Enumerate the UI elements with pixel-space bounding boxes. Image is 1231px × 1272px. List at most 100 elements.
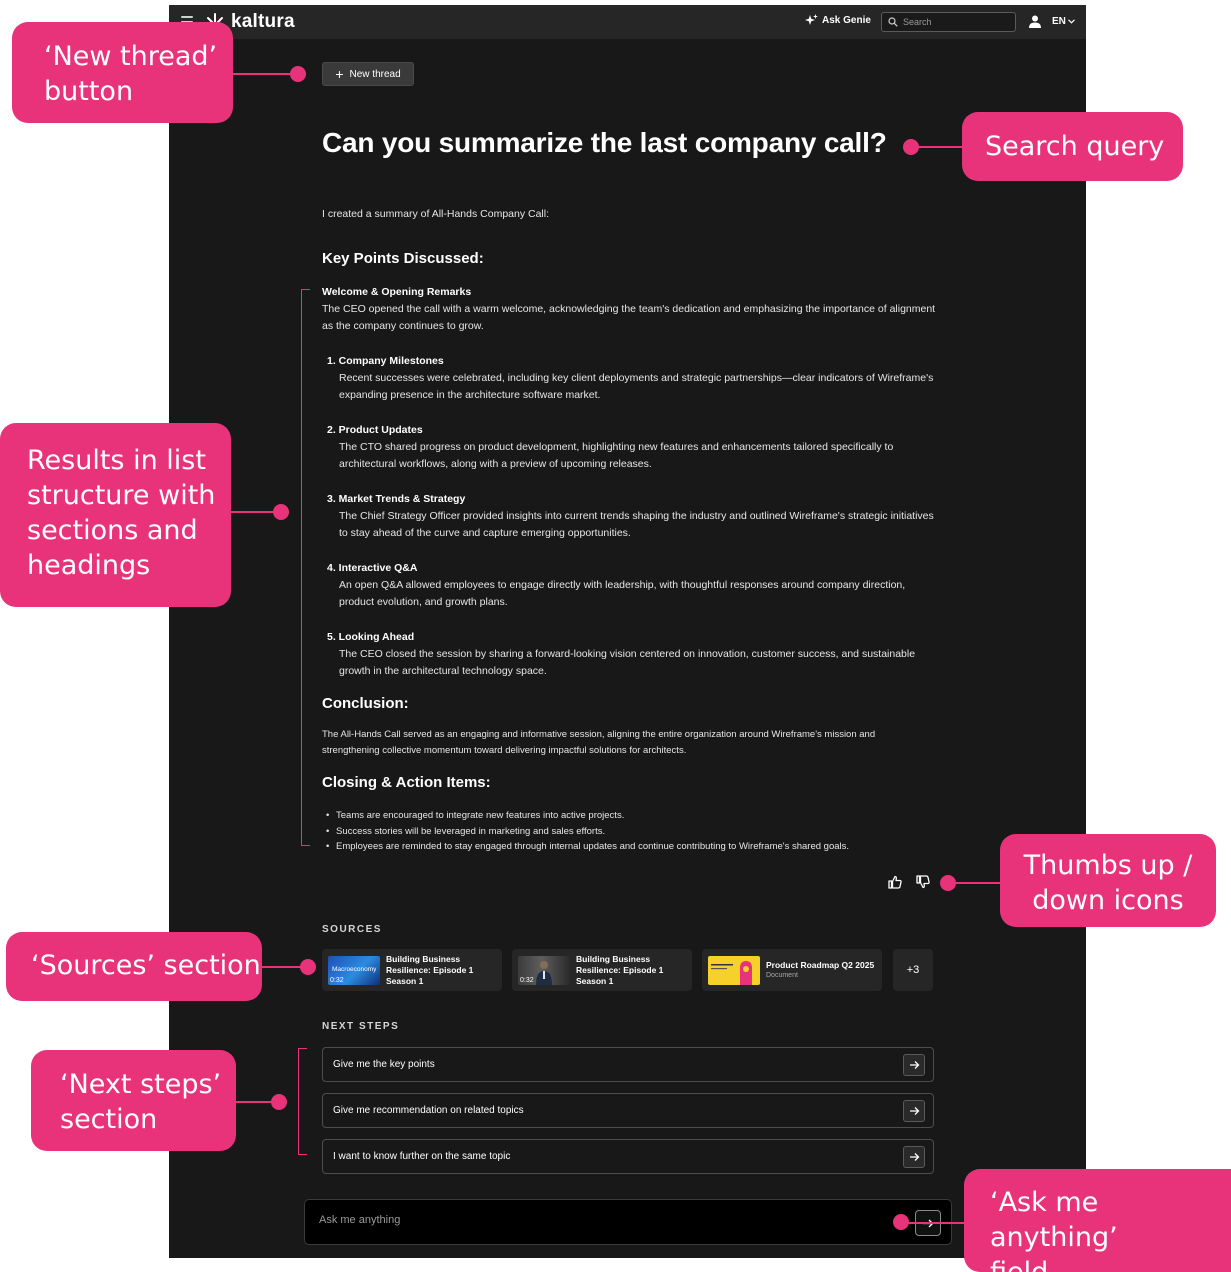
video-thumbnail: 0:32	[518, 956, 570, 985]
arrow-right-icon[interactable]	[903, 1146, 925, 1168]
user-icon[interactable]	[1029, 15, 1041, 28]
list-item-title: 4. Interactive Q&A	[327, 562, 418, 574]
list-item: 4. Interactive Q&A An open Q&A allowed e…	[327, 560, 937, 611]
list-item: Employees are reminded to stay engaged t…	[322, 839, 942, 855]
next-step-suggestion[interactable]: I want to know further on the same topic	[322, 1139, 934, 1174]
thumbs-up-icon[interactable]	[887, 874, 903, 890]
ask-genie-label: Ask Genie	[822, 14, 871, 26]
welcome-title: Welcome & Opening Remarks	[322, 286, 472, 298]
next-steps-bracket	[298, 1048, 307, 1155]
search-query-title: Can you summarize the last company call?	[322, 127, 887, 158]
video-thumbnail: Macroeconomy 0:32	[328, 956, 380, 985]
list-item-title: 5. Looking Ahead	[327, 631, 415, 643]
callout-ask-field: ‘Ask me anything’ field	[964, 1169, 1231, 1272]
conclusion-heading: Conclusion:	[322, 695, 409, 712]
ask-genie-button[interactable]: Ask Genie	[805, 14, 871, 26]
search-input-box[interactable]	[881, 12, 1016, 32]
list-item: Teams are encouraged to integrate new fe…	[322, 808, 942, 824]
document-thumbnail	[708, 956, 760, 985]
callout-text: ‘Next steps’	[60, 1069, 222, 1100]
more-sources-button[interactable]: +3	[893, 949, 933, 991]
language-selector[interactable]: EN	[1052, 16, 1075, 27]
closing-heading: Closing & Action Items:	[322, 774, 491, 791]
conclusion-body: The All-Hands Call served as an engaging…	[322, 729, 876, 756]
callout-thumbs: Thumbs up / down icons	[1000, 834, 1216, 927]
source-card[interactable]: 0:32 Building Business Resilience: Episo…	[512, 949, 692, 991]
closing-list: Teams are encouraged to integrate new fe…	[322, 808, 942, 855]
sources-label: SOURCES	[322, 924, 382, 935]
next-steps-label: NEXT STEPS	[322, 1021, 400, 1032]
source-card[interactable]: Macroeconomy 0:32 Building Business Resi…	[322, 949, 502, 991]
list-item: 3. Market Trends & Strategy The Chief St…	[327, 491, 937, 542]
source-title: Building Business Resilience: Episode 1 …	[576, 954, 664, 986]
arrow-right-icon[interactable]	[903, 1100, 925, 1122]
next-step-suggestion[interactable]: Give me recommendation on related topics	[322, 1093, 934, 1128]
search-icon	[888, 17, 898, 27]
next-step-label: Give me recommendation on related topics	[333, 1105, 524, 1116]
callout-text: field	[990, 1255, 1231, 1272]
callout-dot	[290, 66, 306, 82]
list-item: 5. Looking Ahead The CEO closed the sess…	[327, 629, 937, 680]
chevron-down-icon	[1067, 19, 1075, 24]
callout-text: section	[60, 1104, 158, 1135]
list-item-title: 2. Product Updates	[327, 424, 423, 436]
new-thread-button[interactable]: + New thread	[322, 62, 414, 86]
key-points-heading: Key Points Discussed:	[322, 250, 484, 267]
search-input[interactable]	[903, 17, 1003, 27]
welcome-body: The CEO opened the call with a warm welc…	[322, 303, 936, 332]
callout-connector	[908, 1222, 964, 1224]
list-item-body: The Chief Strategy Officer provided insi…	[339, 510, 934, 539]
list-item-body: The CEO closed the session by sharing a …	[339, 648, 916, 677]
callout-connector	[955, 882, 1000, 884]
list-item: 1. Company Milestones Recent successes w…	[327, 353, 937, 404]
callout-connector	[912, 146, 962, 148]
callout-text: ‘Ask me anything’	[990, 1187, 1118, 1253]
callout-next-steps: ‘Next steps’ section	[31, 1050, 236, 1151]
video-duration: 0:32	[520, 977, 534, 984]
source-type: Document	[766, 972, 798, 979]
logo-text: kaltura	[231, 11, 295, 32]
list-item-title: 1. Company Milestones	[327, 355, 444, 367]
thumbs-down-icon[interactable]	[915, 874, 931, 890]
results-bracket	[301, 289, 310, 846]
source-title: Product Roadmap Q2 2025	[766, 960, 875, 970]
callout-dot	[273, 504, 289, 520]
callout-text: ‘New thread’	[44, 41, 218, 72]
language-label: EN	[1052, 16, 1066, 27]
callout-text: Search query	[985, 131, 1165, 162]
callout-text: ‘Sources’ section	[31, 950, 261, 981]
list-item-body: Recent successes were celebrated, includ…	[339, 372, 934, 401]
list-item-title: 3. Market Trends & Strategy	[327, 493, 466, 505]
top-bar: kaltura Ask Genie EN	[169, 5, 1086, 39]
new-thread-label: New thread	[349, 68, 401, 80]
callout-text: structure with	[27, 480, 216, 511]
callout-text: down icons	[1032, 885, 1184, 916]
arrow-right-icon[interactable]	[903, 1054, 925, 1076]
callout-new-thread: ‘New thread’ button	[12, 22, 233, 123]
next-step-suggestion[interactable]: Give me the key points	[322, 1047, 934, 1082]
callout-search-query: Search query	[962, 112, 1183, 181]
next-step-label: Give me the key points	[333, 1059, 435, 1070]
callout-text: headings	[27, 550, 151, 581]
callout-sources: ‘Sources’ section	[6, 932, 262, 1001]
sparkle-icon	[805, 14, 818, 25]
source-title: Building Business Resilience: Episode 1 …	[386, 954, 474, 986]
welcome-section: Welcome & Opening Remarks The CEO opened…	[322, 284, 942, 335]
callout-dot	[893, 1214, 909, 1230]
callout-dot	[271, 1094, 287, 1110]
callout-dot	[903, 139, 919, 155]
plus-icon: +	[335, 66, 344, 82]
ask-anything-input[interactable]	[319, 1214, 879, 1226]
next-step-label: I want to know further on the same topic	[333, 1151, 511, 1162]
list-item: 2. Product Updates The CTO shared progre…	[327, 422, 937, 473]
answer-intro: I created a summary of All-Hands Company…	[322, 208, 550, 220]
callout-text: Thumbs up /	[1023, 850, 1193, 881]
callout-dot	[300, 959, 316, 975]
source-card[interactable]: Product Roadmap Q2 2025 Document	[702, 949, 882, 991]
callout-dot	[940, 875, 956, 891]
callout-text: button	[44, 76, 134, 107]
ask-anything-field[interactable]	[304, 1199, 952, 1245]
video-duration: 0:32	[330, 977, 344, 984]
list-item: Success stories will be leveraged in mar…	[322, 824, 942, 840]
callout-text: Results in list	[27, 445, 206, 476]
